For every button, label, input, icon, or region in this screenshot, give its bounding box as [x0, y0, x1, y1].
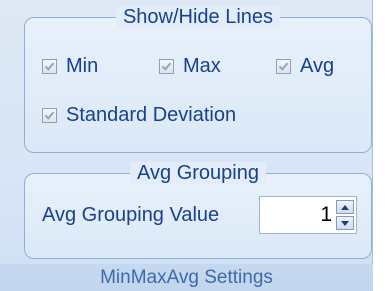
checkbox-checked-icon	[276, 59, 291, 74]
avg-grouping-title: Avg Grouping	[130, 162, 266, 184]
min-checkbox-label: Min	[66, 55, 99, 77]
avg-grouping-value[interactable]: 1	[320, 203, 332, 227]
show-hide-lines-group: Show/Hide Lines Min Max Avg Standard Dev	[24, 6, 372, 153]
avg-grouping-group: Avg Grouping Avg Grouping Value 1	[24, 162, 372, 259]
show-hide-lines-title: Show/Hide Lines	[115, 6, 281, 28]
avg-grouping-value-stepper[interactable]: 1	[259, 196, 357, 234]
standard-deviation-checkbox[interactable]: Standard Deviation	[42, 104, 236, 127]
checkbox-checked-icon	[159, 59, 174, 74]
panel-caption: MinMaxAvg Settings	[0, 264, 373, 291]
min-checkbox[interactable]: Min	[42, 55, 98, 78]
checkbox-checked-icon	[42, 59, 57, 74]
arrow-up-icon[interactable]	[336, 200, 354, 214]
standard-deviation-checkbox-label: Standard Deviation	[66, 104, 237, 126]
max-checkbox-label: Max	[183, 55, 221, 77]
avg-grouping-legend: Avg Grouping	[25, 162, 371, 184]
max-checkbox[interactable]: Max	[159, 55, 221, 78]
avg-checkbox[interactable]: Avg	[276, 55, 334, 78]
stepper-buttons	[336, 200, 354, 230]
avg-grouping-value-label: Avg Grouping Value	[42, 204, 220, 226]
show-hide-lines-legend: Show/Hide Lines	[25, 6, 371, 28]
avg-checkbox-label: Avg	[300, 55, 335, 77]
arrow-down-icon[interactable]	[336, 216, 354, 230]
checkbox-checked-icon	[42, 108, 57, 123]
ribbon-panel: Show/Hide Lines Min Max Avg Standard Dev	[0, 0, 373, 291]
